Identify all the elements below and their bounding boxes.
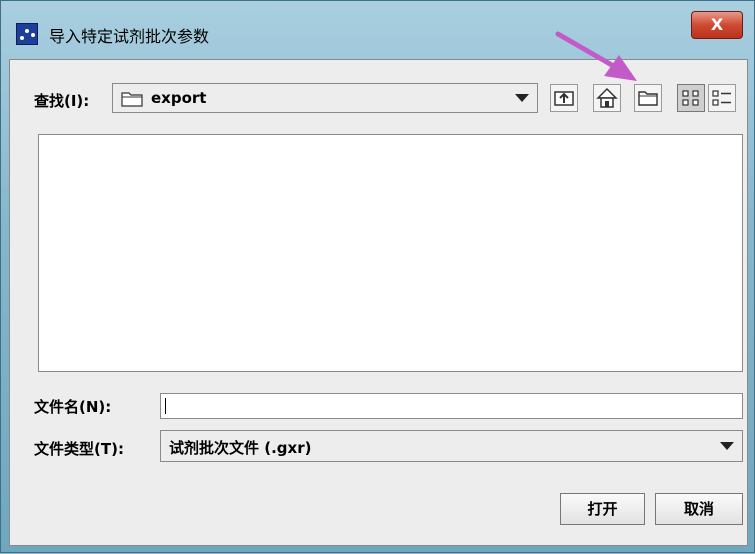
- dialog-content: 查找(I): export 文件名(N): 文件类型(T): 试剂批次文件 (.…: [9, 59, 748, 546]
- file-chooser-window: 导入特定试剂批次参数 X 查找(I): export 文件名(N): 文件类型(…: [0, 0, 755, 553]
- app-icon: [16, 23, 38, 45]
- details-view-icon: [712, 90, 731, 106]
- lookin-value: export: [151, 89, 207, 107]
- filetype-label: 文件类型(T):: [34, 440, 124, 458]
- filename-input[interactable]: [160, 393, 743, 419]
- new-folder-button[interactable]: [634, 84, 662, 112]
- folder-icon: [121, 92, 143, 107]
- up-one-level-icon: [554, 91, 574, 106]
- filetype-value: 试剂批次文件 (.gxr): [169, 439, 312, 457]
- lookin-combo[interactable]: export: [112, 83, 538, 113]
- lookin-label: 查找(I):: [34, 92, 90, 110]
- list-view-icon: [682, 90, 699, 106]
- details-view-button[interactable]: [708, 84, 736, 112]
- chevron-down-icon[interactable]: [720, 442, 734, 450]
- cancel-button[interactable]: 取消: [655, 493, 743, 525]
- window-title: 导入特定试剂批次参数: [49, 27, 210, 46]
- filetype-combo[interactable]: 试剂批次文件 (.gxr): [160, 430, 743, 462]
- up-one-level-button[interactable]: [550, 84, 578, 112]
- list-view-button[interactable]: [677, 84, 705, 112]
- home-button[interactable]: [593, 84, 621, 112]
- text-caret: [165, 398, 166, 414]
- close-button[interactable]: X: [691, 11, 743, 39]
- title-bar[interactable]: 导入特定试剂批次参数 X: [1, 1, 754, 59]
- chevron-down-icon[interactable]: [515, 94, 529, 102]
- open-button[interactable]: 打开: [560, 493, 645, 525]
- new-folder-icon: [638, 91, 658, 106]
- home-icon: [596, 87, 618, 108]
- file-list[interactable]: [38, 134, 743, 372]
- filename-label: 文件名(N):: [34, 398, 112, 416]
